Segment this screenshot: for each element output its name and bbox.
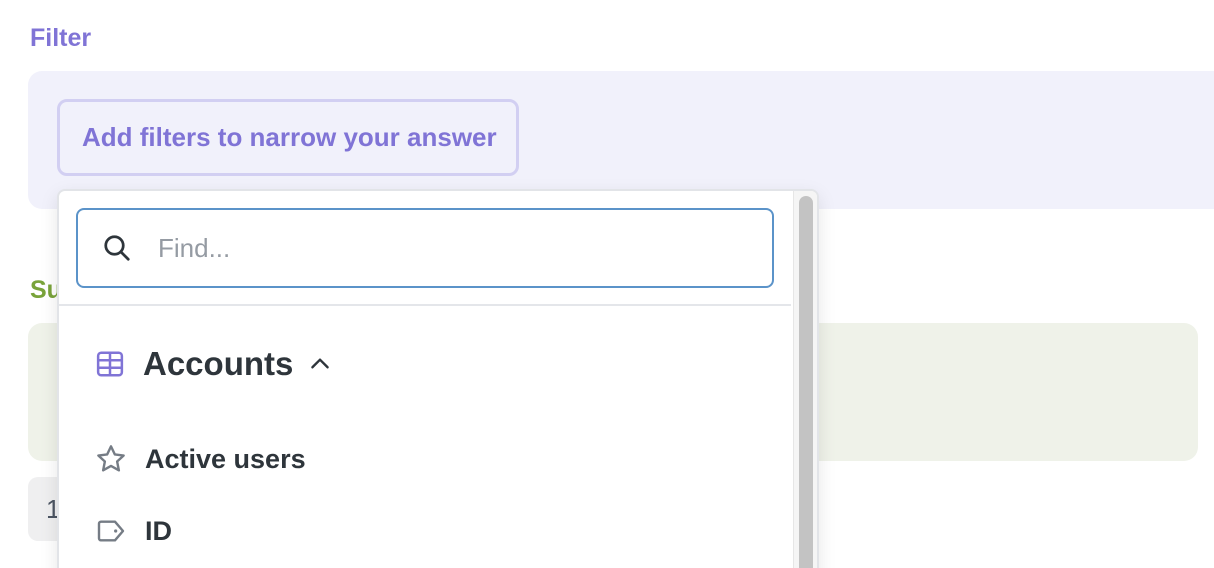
add-filter-button[interactable]: Add filters to narrow your answer [57,99,519,176]
chevron-up-icon[interactable] [307,351,333,377]
list-item-label: Active users [145,443,306,474]
divider [59,304,791,306]
tag-icon [97,520,125,542]
search-input[interactable] [156,231,720,265]
filter-section-label: Filter [30,24,92,52]
table-icon [96,351,124,377]
list-item-label: ID [145,515,172,546]
filter-column-picker-popover: Accounts Active users ID [57,189,819,568]
search-box[interactable] [76,208,774,288]
scrollbar[interactable] [793,191,817,568]
list-item-active-users[interactable]: Active users [95,436,306,482]
scrollbar-thumb[interactable] [799,196,813,568]
group-header-accounts[interactable]: Accounts [95,341,333,387]
search-icon [104,235,130,261]
group-title: Accounts [143,345,294,382]
star-icon [97,445,125,472]
list-item-id[interactable]: ID [95,508,172,554]
notebook-editor: Filter Add filters to narrow your answer… [0,0,1214,568]
